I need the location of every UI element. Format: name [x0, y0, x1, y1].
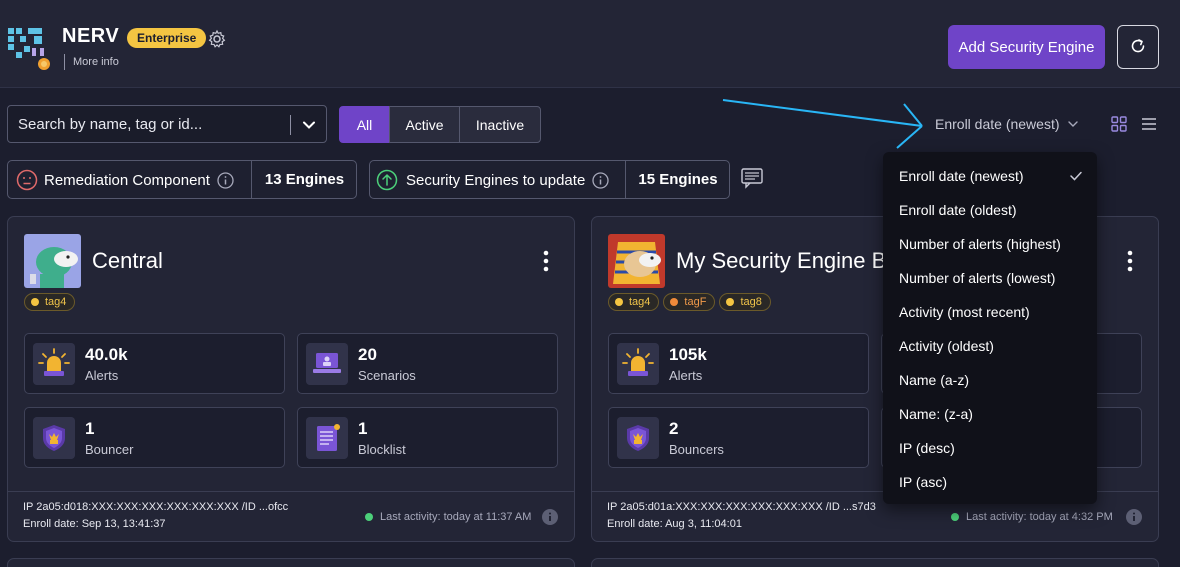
sort-option[interactable]: Name: (z-a) — [899, 406, 973, 422]
enroll-date: Enroll date: Aug 3, 11:04:01 — [607, 518, 742, 530]
filter-inactive-button[interactable]: Inactive — [459, 106, 541, 143]
metric-label: Blocklist — [358, 442, 406, 457]
engines-to-update-stat[interactable]: Security Engines to update 15 Engines — [369, 160, 730, 199]
metric-label: Bouncer — [85, 442, 134, 457]
stat-count: 13 Engines — [251, 161, 357, 198]
alerts-metric[interactable]: 40.0k Alerts — [24, 333, 285, 394]
laptop-icon — [306, 343, 348, 385]
last-activity: Last activity: today at 11:37 AM — [380, 511, 532, 523]
sort-option[interactable]: Activity (oldest) — [899, 338, 994, 354]
search-box — [7, 105, 327, 143]
info-icon[interactable] — [217, 172, 234, 189]
list-view-icon[interactable] — [1140, 115, 1158, 133]
more-info-link[interactable]: More info — [64, 54, 119, 70]
security-engine-card[interactable] — [7, 558, 575, 567]
org-logo — [8, 28, 50, 70]
status-dot — [365, 513, 373, 521]
tag-list: tag4 — [24, 293, 76, 311]
metric-value: 40.0k — [85, 345, 128, 364]
add-security-engine-button[interactable]: Add Security Engine — [948, 25, 1105, 69]
enroll-date: Enroll date: Sep 13, 13:41:37 — [23, 518, 166, 530]
security-engine-card[interactable]: Central tag4 40.0k Alerts 20 Scenarios 1… — [7, 216, 575, 542]
metric-label: Alerts — [85, 368, 119, 383]
status-dot — [951, 513, 959, 521]
more-options-icon[interactable] — [536, 247, 556, 275]
stat-label: Security Engines to update — [406, 172, 586, 189]
metric-label: Alerts — [669, 368, 703, 383]
scenarios-metric[interactable]: 20 Scenarios — [297, 333, 558, 394]
bouncer-metric[interactable]: 2 Bouncers — [608, 407, 869, 468]
document-list-icon — [306, 417, 348, 459]
more-options-icon[interactable] — [1120, 247, 1140, 275]
refresh-icon — [1131, 38, 1145, 52]
sort-option[interactable]: Enroll date (newest) — [899, 168, 1024, 184]
info-icon[interactable] — [1126, 509, 1142, 525]
sort-option[interactable]: Number of alerts (lowest) — [899, 270, 1055, 286]
filter-all-button[interactable]: All — [339, 106, 390, 143]
tag[interactable]: tag8 — [719, 293, 771, 311]
sort-option[interactable]: Number of alerts (highest) — [899, 236, 1061, 252]
engine-avatar — [608, 234, 665, 288]
message-icon[interactable] — [740, 167, 764, 189]
plan-badge: Enterprise — [127, 28, 207, 48]
last-activity: Last activity: today at 4:32 PM — [966, 511, 1113, 523]
grid-view-icon[interactable] — [1110, 115, 1128, 133]
engine-title[interactable]: My Security Engine BE — [676, 248, 901, 274]
gear-icon[interactable] — [207, 29, 227, 49]
metric-value: 105k — [669, 345, 707, 364]
info-icon[interactable] — [542, 509, 558, 525]
sort-option[interactable]: IP (desc) — [899, 440, 955, 456]
engine-title[interactable]: Central — [92, 248, 163, 274]
alarm-icon — [33, 343, 75, 385]
sort-option[interactable]: Enroll date (oldest) — [899, 202, 1017, 218]
stat-count: 15 Engines — [625, 161, 730, 198]
shield-icon — [33, 417, 75, 459]
org-name: NERV — [62, 25, 120, 47]
arrow-up-circle-icon — [376, 169, 398, 191]
metric-value: 1 — [85, 419, 95, 438]
alerts-metric[interactable]: 105k Alerts — [608, 333, 869, 394]
bouncer-metric[interactable]: 1 Bouncer — [24, 407, 285, 468]
metric-value: 20 — [358, 345, 377, 364]
stat-label: Remediation Component — [44, 172, 210, 189]
metric-label: Bouncers — [669, 442, 724, 457]
remediation-component-stat[interactable]: Remediation Component 13 Engines — [7, 160, 357, 199]
sort-option[interactable]: IP (asc) — [899, 474, 947, 490]
engine-ip: IP 2a05:d018:XXX:XXX:XXX:XXX:XXX:XXX /ID… — [23, 501, 289, 513]
metric-label: Scenarios — [358, 368, 416, 383]
filter-active-button[interactable]: Active — [389, 106, 460, 143]
chevron-down-icon[interactable] — [300, 116, 318, 134]
sort-select[interactable]: Enroll date (newest) — [935, 116, 1060, 132]
sad-face-icon — [16, 169, 38, 191]
shield-icon — [617, 417, 659, 459]
search-input[interactable] — [8, 106, 290, 142]
refresh-button[interactable] — [1117, 25, 1159, 69]
alarm-icon — [617, 343, 659, 385]
security-engine-card[interactable] — [591, 558, 1159, 567]
check-icon — [1070, 171, 1082, 181]
info-icon[interactable] — [592, 172, 609, 189]
tag[interactable]: tag4 — [24, 293, 76, 311]
engine-avatar — [24, 234, 81, 288]
sort-dropdown-menu: Enroll date (newest) Enroll date (oldest… — [883, 152, 1097, 504]
sort-option[interactable]: Activity (most recent) — [899, 304, 1030, 320]
metric-value: 1 — [358, 419, 368, 438]
search-divider — [290, 115, 291, 135]
engine-ip: IP 2a05:d01a:XXX:XXX:XXX:XXX:XXX:XXX /ID… — [607, 501, 876, 513]
sort-option[interactable]: Name (a-z) — [899, 372, 969, 388]
chevron-down-icon[interactable] — [1066, 117, 1080, 131]
card-divider — [8, 491, 574, 492]
tag[interactable]: tagF — [663, 293, 716, 311]
tag[interactable]: tag4 — [608, 293, 660, 311]
metric-value: 2 — [669, 419, 679, 438]
top-bar: NERV Enterprise More info Add Security E… — [0, 0, 1180, 88]
tag-list: tag4 tagF tag8 — [608, 293, 771, 311]
blocklist-metric[interactable]: 1 Blocklist — [297, 407, 558, 468]
